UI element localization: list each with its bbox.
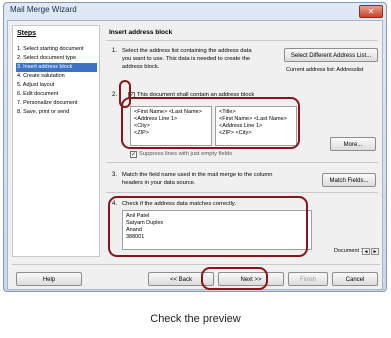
step-insert-address-block[interactable]: 3. Insert address block (16, 63, 97, 72)
title-bar: Mail Merge Wizard ✕ (4, 3, 386, 19)
document-number-label: Document 1 (334, 248, 364, 254)
highlight-ring-address-blocks (121, 97, 300, 149)
divider (106, 162, 378, 163)
close-icon[interactable]: ✕ (359, 5, 383, 18)
current-address-list-label: Current address list: Addresslist (286, 67, 364, 73)
more-button[interactable]: More... (330, 137, 376, 151)
highlight-ring-next-button (201, 267, 268, 290)
steps-title: Steps (17, 30, 37, 37)
suppress-empty-lines-checkbox[interactable]: ✓ (130, 151, 137, 158)
section-1-number: 1. (112, 48, 118, 54)
step-personalize-document[interactable]: 7. Personalize document (16, 99, 97, 108)
divider (106, 40, 378, 41)
section-1-text-line1: Select the address list containing the a… (122, 48, 252, 54)
caption: Check the preview (150, 313, 241, 325)
section-3-number: 3. (112, 172, 118, 178)
divider (12, 264, 380, 265)
help-button[interactable]: Help (16, 272, 82, 286)
section-1-text-line2: you want to use. This data is needed to … (122, 56, 251, 62)
step-create-salutation[interactable]: 4. Create salutation (16, 72, 97, 81)
section-1-text-line3: address block. (122, 64, 160, 70)
suppress-empty-lines-label: Suppress lines with just empty fields (139, 151, 233, 157)
page-title: Insert address block (109, 29, 173, 36)
step-save-print-send[interactable]: 8. Save, print or send (16, 108, 97, 117)
cancel-button[interactable]: Cancel (332, 272, 378, 286)
next-document-icon[interactable]: ► (371, 248, 379, 255)
match-fields-button[interactable]: Match Fields... (322, 173, 376, 187)
divider (106, 192, 378, 193)
steps-panel: Steps 1. Select starting document 2. Sel… (12, 25, 100, 257)
highlight-ring-preview (108, 196, 308, 257)
step-adjust-layout[interactable]: 5. Adjust layout (16, 81, 97, 90)
finish-button[interactable]: Finish (288, 272, 328, 286)
previous-document-icon[interactable]: ◄ (362, 248, 370, 255)
section-3-text-line2: headers in your data source. (122, 180, 196, 186)
select-address-list-button[interactable]: Select Different Address List... (284, 48, 378, 62)
step-select-starting-document[interactable]: 1. Select starting document (16, 45, 97, 54)
section-3-text-line1: Match the field name used in the mail me… (122, 172, 273, 178)
step-select-document-type[interactable]: 2. Select document type (16, 54, 97, 63)
window-title: Mail Merge Wizard (10, 5, 77, 14)
step-edit-document[interactable]: 6. Edit document (16, 90, 97, 99)
section-2-number: 2. (112, 92, 118, 98)
